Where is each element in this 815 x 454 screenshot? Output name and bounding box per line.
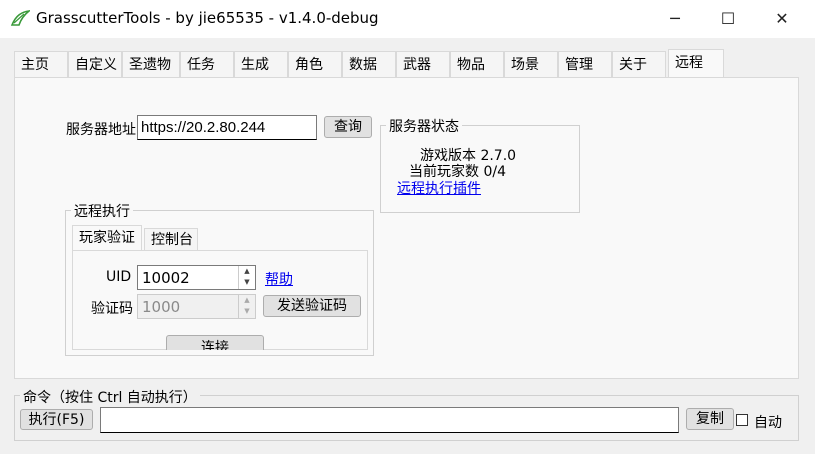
maximize-button[interactable]: ☐ bbox=[708, 6, 748, 32]
tab-data[interactable]: 数据 bbox=[342, 51, 396, 77]
auto-label: 自动 bbox=[754, 415, 782, 431]
auto-checkbox[interactable] bbox=[736, 414, 748, 426]
verify-code-value: 1000 bbox=[142, 298, 181, 316]
grasscutter-app-icon bbox=[10, 10, 30, 26]
execute-button[interactable]: 执行(F5) bbox=[20, 409, 93, 430]
window-title: GrasscutterTools - by jie65535 - v1.4.0-… bbox=[36, 9, 379, 27]
tab-scene[interactable]: 场景 bbox=[504, 51, 558, 77]
send-code-button[interactable]: 发送验证码 bbox=[263, 295, 361, 317]
tab-avatar[interactable]: 角色 bbox=[288, 51, 342, 77]
help-link[interactable]: 帮助 bbox=[265, 269, 293, 289]
remote-plugin-link[interactable]: 远程执行插件 bbox=[397, 178, 481, 198]
uid-stepper-arrows[interactable]: ▲ ▼ bbox=[238, 266, 255, 289]
subtab-console[interactable]: 控制台 bbox=[144, 228, 198, 251]
server-status-title: 服务器状态 bbox=[386, 116, 462, 136]
remote-exec-title: 远程执行 bbox=[71, 201, 133, 221]
copy-button[interactable]: 复制 bbox=[686, 408, 734, 430]
connect-button[interactable]: 连接 bbox=[166, 335, 264, 350]
uid-stepper[interactable]: 10002 ▲ ▼ bbox=[137, 265, 256, 290]
minimize-button[interactable]: ─ bbox=[655, 6, 695, 32]
verify-code-label: 验证码 bbox=[91, 301, 133, 317]
query-button[interactable]: 查询 bbox=[324, 116, 372, 138]
tab-custom[interactable]: 自定义 bbox=[68, 51, 122, 77]
tab-manage[interactable]: 管理 bbox=[558, 51, 612, 77]
server-address-label: 服务器地址 bbox=[66, 122, 136, 138]
tab-spawn[interactable]: 生成 bbox=[234, 51, 288, 77]
connect-button-clip: 连接 bbox=[166, 335, 264, 350]
tab-remote[interactable]: 远程 bbox=[668, 49, 724, 78]
tab-about[interactable]: 关于 bbox=[612, 51, 666, 77]
tab-item[interactable]: 物品 bbox=[450, 51, 504, 77]
command-label: 命令（按住 Ctrl 自动执行） bbox=[20, 387, 200, 407]
verify-code-stepper-arrows[interactable]: ▲ ▼ bbox=[238, 295, 255, 318]
server-address-input[interactable] bbox=[137, 115, 317, 140]
tab-home[interactable]: 主页 bbox=[14, 51, 68, 77]
uid-value: 10002 bbox=[142, 269, 190, 287]
command-input[interactable] bbox=[100, 407, 679, 433]
tab-artifact[interactable]: 圣遗物 bbox=[122, 51, 180, 77]
subtab-player-verify[interactable]: 玩家验证 bbox=[72, 225, 142, 251]
tab-quest[interactable]: 任务 bbox=[180, 51, 234, 77]
close-button[interactable]: ✕ bbox=[762, 6, 802, 32]
uid-label: UID bbox=[106, 269, 132, 285]
tab-weapon[interactable]: 武器 bbox=[396, 51, 450, 77]
verify-code-stepper[interactable]: 1000 ▲ ▼ bbox=[137, 294, 256, 319]
